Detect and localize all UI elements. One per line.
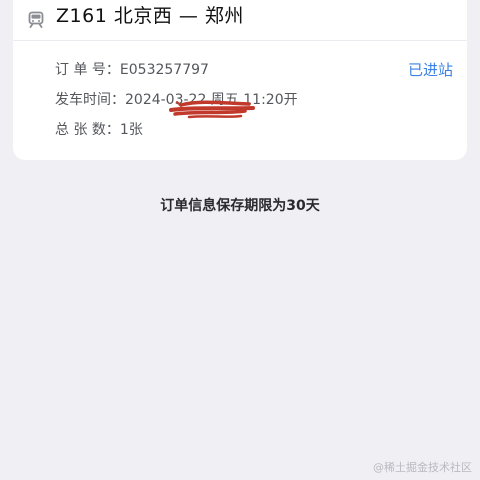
departure-time-label: 发车时间：	[55, 92, 125, 108]
ticket-count-row: 总 张 数：1张	[55, 120, 143, 140]
retention-note: 订单信息保存期限为30天	[160, 198, 320, 214]
order-number-value: E053257797	[119, 62, 209, 78]
order-card[interactable]: Z161 北京西 — 郑州 已进站 订 单 号：E053257797 发车时间：…	[13, 0, 467, 160]
ticket-count-value: 1张	[119, 122, 143, 138]
ticket-count-label: 总 张 数：	[55, 122, 120, 138]
order-number-label: 订 单 号：	[55, 62, 120, 78]
status-link[interactable]: 已进站	[408, 60, 453, 80]
redaction-scribble	[169, 98, 261, 120]
train-icon	[28, 11, 44, 28]
order-number-row: 订 单 号：E053257797	[55, 60, 209, 80]
watermark: @稀土掘金技术社区	[373, 461, 472, 474]
order-card-header: Z161 北京西 — 郑州	[13, 0, 467, 41]
route-title: Z161 北京西 — 郑州	[56, 5, 244, 27]
